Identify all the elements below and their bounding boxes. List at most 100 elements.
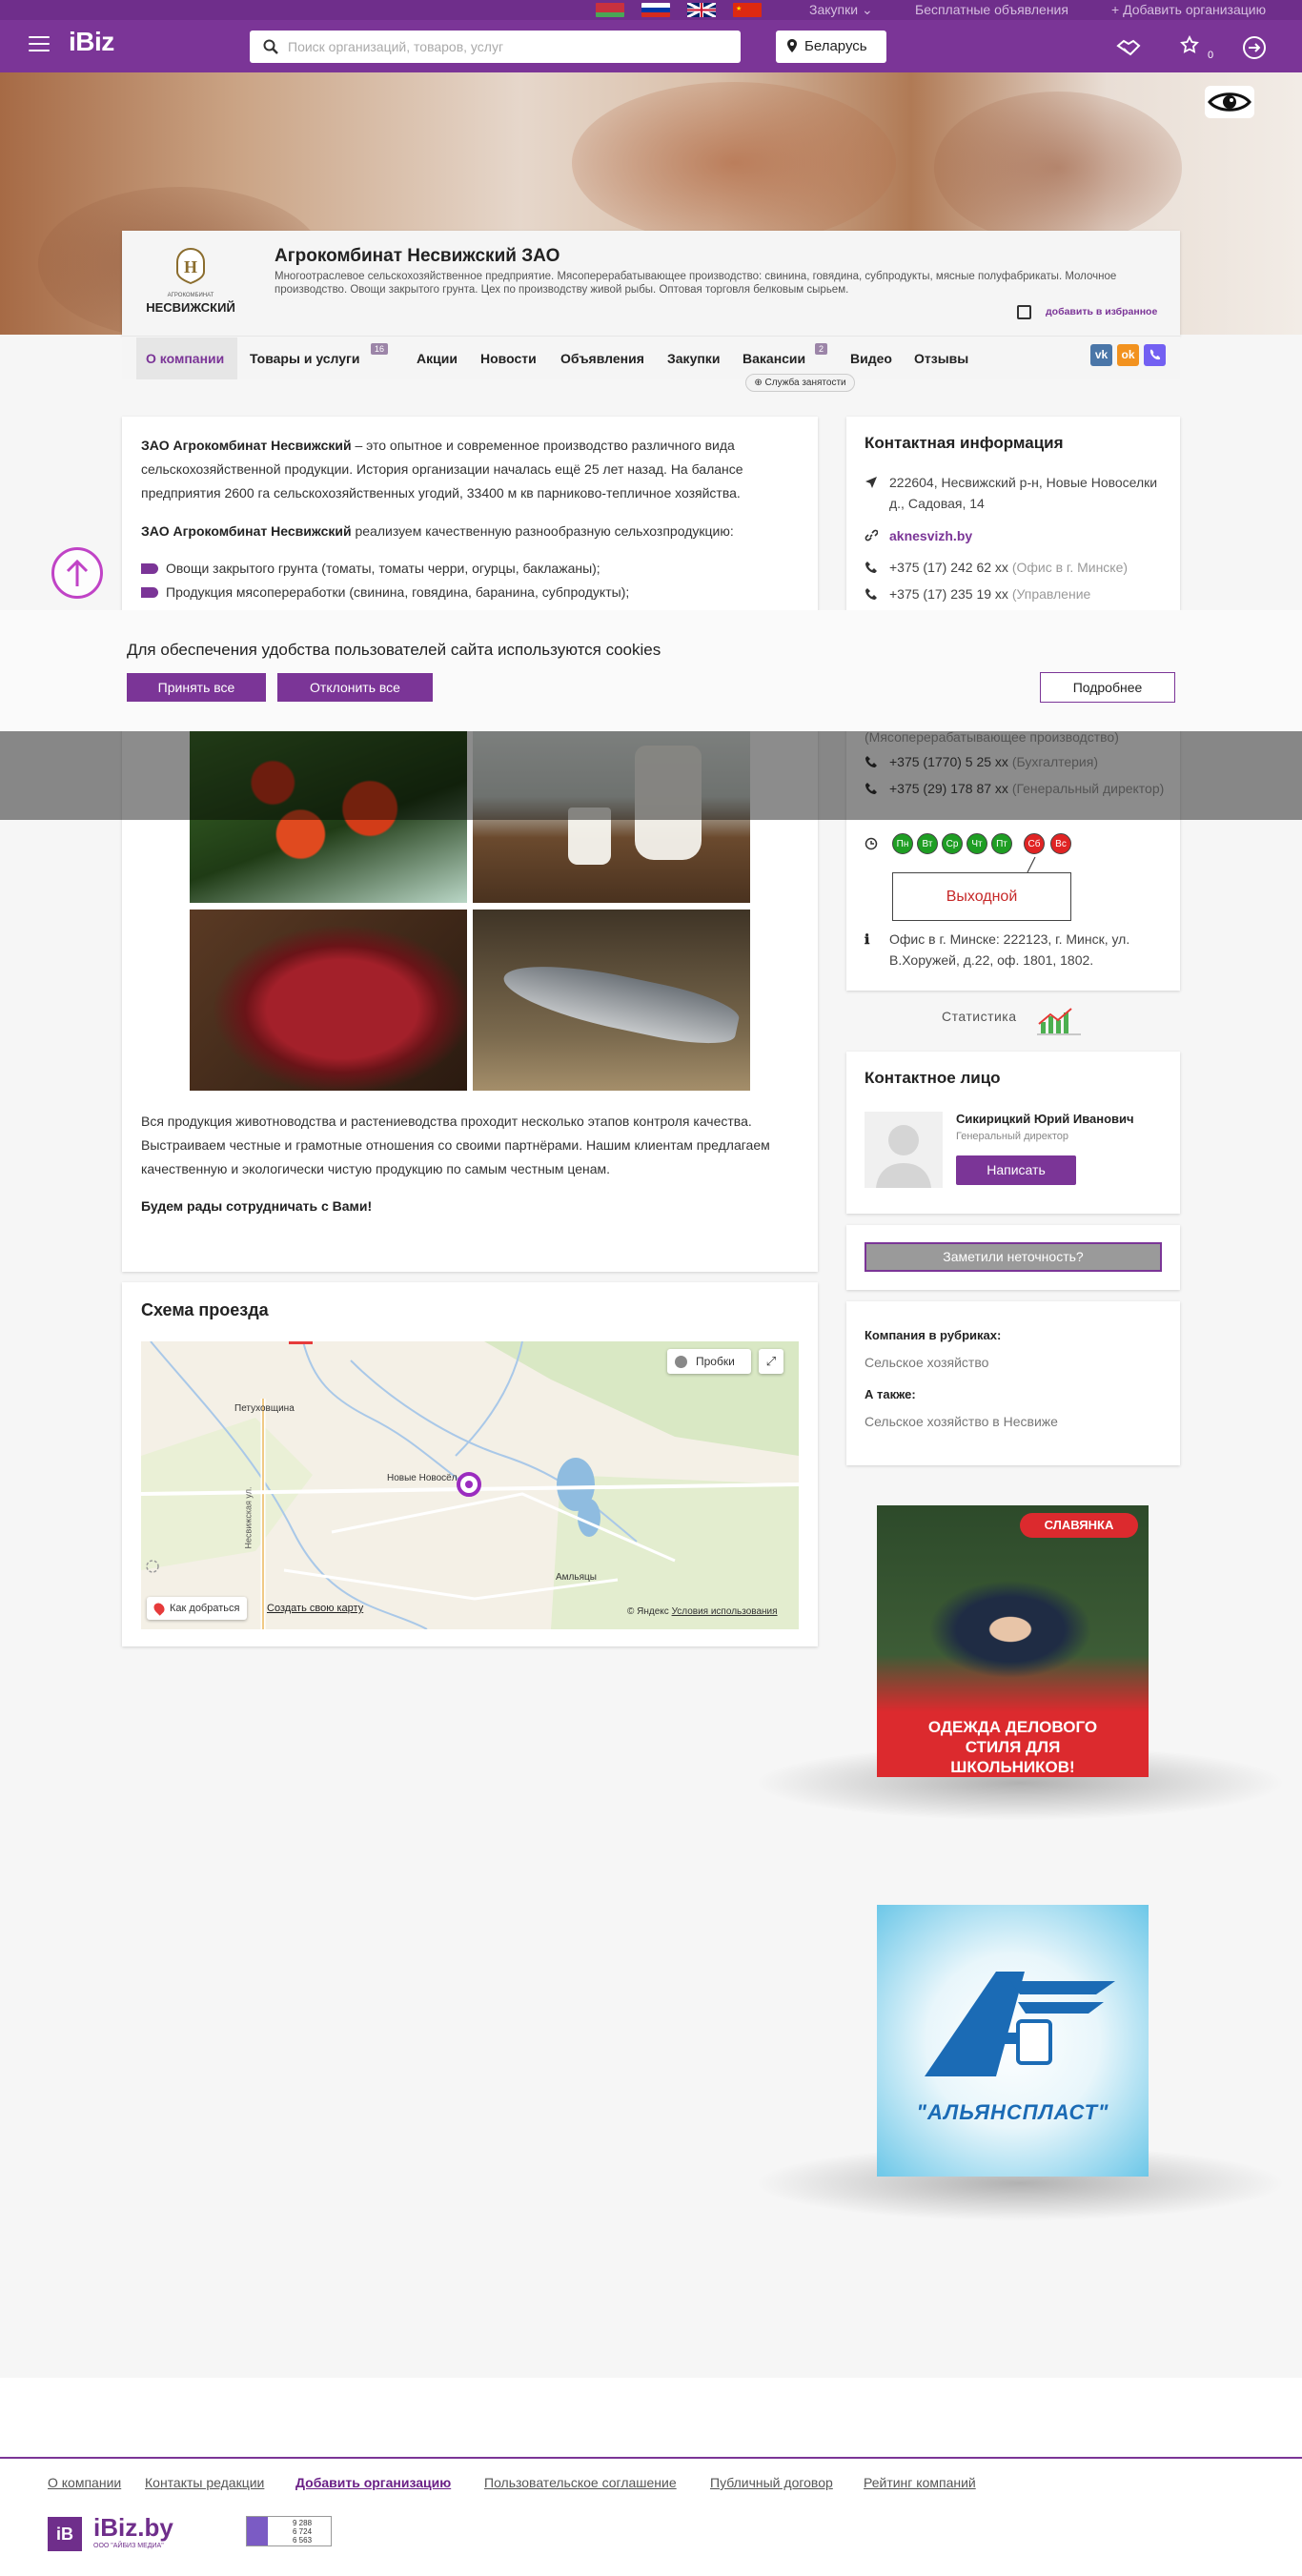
- person-role: Генеральный директор: [956, 1131, 1068, 1142]
- phone-row[interactable]: +375 (17) 235 19 xx (Управление: [889, 583, 1090, 604]
- login-icon[interactable]: [1241, 34, 1268, 61]
- footer-link-about[interactable]: О компании: [48, 2475, 121, 2490]
- accept-cookies-button[interactable]: Принять все: [127, 673, 266, 702]
- gb-flag-icon[interactable]: [687, 3, 716, 17]
- site-logo[interactable]: iBiz: [69, 27, 114, 57]
- tab-products[interactable]: Товары и услуги: [250, 351, 359, 366]
- day-sun: Вс: [1050, 833, 1071, 854]
- alliansplast-banner[interactable]: "АЛЬЯНСПЛАСТ": [877, 1905, 1149, 2177]
- purchases-link[interactable]: Закупки ⌄: [809, 2, 873, 18]
- footer-divider: [0, 2457, 1302, 2459]
- tab-news[interactable]: Новости: [480, 351, 537, 366]
- create-map-link[interactable]: Создать свою карту: [267, 1603, 363, 1614]
- rubric-link[interactable]: Сельское хозяйство: [865, 1355, 988, 1370]
- cookie-text: Для обеспечения удобства пользователей с…: [127, 641, 661, 659]
- day-fri: Пт: [991, 833, 1012, 854]
- also-label: А также:: [865, 1387, 916, 1401]
- scroll-up-icon[interactable]: [51, 547, 103, 599]
- tab-reviews[interactable]: Отзывы: [914, 351, 968, 366]
- favorite-checkbox[interactable]: [1017, 305, 1031, 319]
- about-quality: Вся продукция животноводства и растениев…: [141, 1114, 770, 1176]
- footer-logo-icon[interactable]: iB: [48, 2517, 82, 2551]
- ru-flag-icon[interactable]: [641, 3, 670, 17]
- viber-icon[interactable]: [1144, 344, 1166, 366]
- company-logo: Н АГРОКОМБИНАТ НЕСВИЖСКИЙ: [133, 243, 248, 319]
- write-message-button[interactable]: Написать: [956, 1155, 1076, 1185]
- job-service-link[interactable]: ⊕ Служба занятости: [745, 374, 855, 392]
- footer-link-agreement[interactable]: Пользовательское соглашение: [484, 2475, 677, 2490]
- add-org-link[interactable]: + Добавить организацию: [1111, 2, 1266, 17]
- chart-icon[interactable]: [1037, 1005, 1083, 1035]
- about-closing: Будем рады сотрудничать с Вами!: [141, 1198, 373, 1214]
- overlay-dim: [0, 731, 1302, 820]
- favorites-star-icon[interactable]: [1180, 34, 1207, 61]
- map-place-label: Петуховщина: [234, 1403, 295, 1414]
- day-thu: Чт: [966, 833, 987, 854]
- banner-text: ОДЕЖДА ДЕЛОВОГО СТИЛЯ ДЛЯ ШКОЛЬНИКОВ!: [927, 1718, 1098, 1776]
- search-placeholder: Поиск организаций, товаров, услуг: [288, 39, 504, 54]
- fullscreen-icon[interactable]: ⤢: [759, 1349, 783, 1374]
- meat-photo: [190, 910, 467, 1091]
- cn-flag-icon[interactable]: ★: [733, 3, 762, 17]
- map-place-label: Амльяцы: [556, 1572, 597, 1583]
- list-item: Овощи закрытого грунта (томаты, томаты ч…: [141, 561, 600, 576]
- by-flag-icon[interactable]: [596, 3, 624, 17]
- report-mistake-button[interactable]: Заметили неточность?: [865, 1242, 1162, 1272]
- footer-link-rating[interactable]: Рейтинг компаний: [864, 2475, 976, 2490]
- ok-icon[interactable]: ok: [1117, 344, 1139, 366]
- handshake-icon[interactable]: [1115, 34, 1142, 61]
- rubric-link[interactable]: Сельское хозяйство в Несвиже: [865, 1414, 1058, 1429]
- reject-cookies-button[interactable]: Отклонить все: [277, 673, 433, 702]
- footer-logo[interactable]: iBiz.by: [93, 2513, 173, 2543]
- banner-brand: СЛАВЯНКА: [1020, 1513, 1138, 1538]
- map-title: Схема проезда: [141, 1300, 269, 1319]
- traffic-icon: [675, 1356, 687, 1368]
- traffic-button[interactable]: Пробки: [667, 1349, 751, 1374]
- info-icon: ℹ: [865, 931, 870, 947]
- person-name: Сикирицкий Юрий Иванович: [956, 1112, 1134, 1126]
- accessibility-eye-icon[interactable]: [1205, 86, 1254, 118]
- rubrics-card: [846, 1301, 1180, 1465]
- location-map[interactable]: Петуховщина Новые Новосёл Амльяцы Несвиж…: [141, 1341, 799, 1629]
- free-ads-link[interactable]: Бесплатные объявления: [915, 2, 1068, 17]
- tab-vacancies[interactable]: Вакансии: [743, 351, 805, 366]
- banner-text: "АЛЬЯНСПЛАСТ": [916, 2100, 1109, 2124]
- search-icon: [263, 39, 278, 54]
- list-item: Продукция мясопереработки (свинина, говя…: [141, 584, 629, 600]
- company-title: Агрокомбинат Несвижский ЗАО: [275, 246, 560, 266]
- tab-video[interactable]: Видео: [850, 351, 892, 366]
- cookie-details-button[interactable]: Подробнее: [1040, 672, 1175, 703]
- rubrics-label: Компания в рубриках:: [865, 1328, 1002, 1342]
- visit-counter[interactable]: 9 288 6 724 6 563: [246, 2516, 332, 2546]
- footer-logo-sub: ООО "АЙБИЗ МЕДИА": [93, 2543, 164, 2549]
- location-pin-icon: [787, 39, 797, 52]
- day-mon: Пн: [892, 833, 913, 854]
- day-off-status: Выходной: [892, 872, 1071, 921]
- directions-button[interactable]: Как добраться: [147, 1597, 248, 1620]
- tab-ads[interactable]: Объявления: [560, 351, 644, 366]
- footer-link-contacts[interactable]: Контакты редакции: [145, 2475, 264, 2490]
- region-button[interactable]: Беларусь: [776, 31, 886, 63]
- phone-icon: [865, 562, 877, 573]
- vk-icon[interactable]: vk: [1090, 344, 1112, 366]
- company-site-link[interactable]: aknesvizh.by: [889, 525, 972, 546]
- day-wed: Ср: [942, 833, 963, 854]
- day-tue: Вт: [917, 833, 938, 854]
- day-sat: Сб: [1024, 833, 1045, 854]
- footer-link-contract[interactable]: Публичный договор: [710, 2475, 833, 2490]
- about-products-intro: ЗАО Агрокомбинат Несвижский реализуем ка…: [141, 523, 734, 539]
- map-street-label: Несвижская ул.: [243, 1486, 254, 1549]
- footer-link-add-org[interactable]: Добавить организацию: [295, 2475, 451, 2490]
- slavyanka-banner[interactable]: СЛАВЯНКА ОДЕЖДА ДЕЛОВОГО СТИЛЯ ДЛЯ ШКОЛЬ…: [877, 1505, 1149, 1777]
- tab-purchases[interactable]: Закупки: [667, 351, 720, 366]
- statistics-link[interactable]: Статистика: [942, 1009, 1017, 1024]
- phone-row[interactable]: +375 (17) 242 62 xx (Офис в г. Минске): [889, 557, 1128, 578]
- company-description: Многоотраслевое сельскохозяйственное пре…: [275, 271, 1117, 296]
- map-terms-link[interactable]: Условия использования: [672, 1606, 778, 1617]
- avatar: [865, 1112, 943, 1188]
- tab-promotions[interactable]: Акции: [417, 351, 458, 366]
- tab-about[interactable]: О компании: [146, 351, 224, 366]
- status-tooltip-arrow: [1027, 856, 1036, 873]
- menu-icon[interactable]: [29, 36, 50, 51]
- search-input[interactable]: Поиск организаций, товаров, услуг: [250, 31, 741, 63]
